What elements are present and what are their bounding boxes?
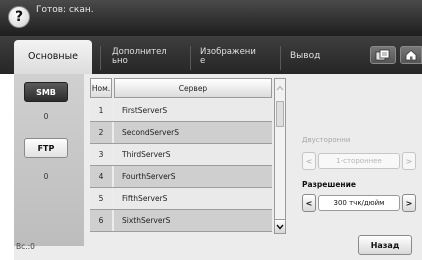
tab-image[interactable]: Изображени е: [196, 40, 276, 74]
resolution-next-button[interactable]: >: [402, 194, 416, 212]
home-button[interactable]: [400, 46, 422, 64]
tab-advanced-label-line2: ьно: [112, 56, 128, 66]
scroll-down-button[interactable]: [275, 219, 285, 233]
duplex-label: Двусторонни: [302, 136, 351, 144]
duplex-prev-button[interactable]: <: [302, 152, 316, 170]
smb-button[interactable]: SMB: [24, 82, 68, 102]
status-bar: ? Готов: скан.: [0, 0, 422, 36]
row-number: 4: [90, 166, 112, 187]
row-number: 5: [90, 188, 112, 209]
settings-panel: Двусторонни < 1-стороннее > Разрешение <…: [296, 74, 422, 260]
table-body: 1 FirstServerS 2 SecondServerS 3 ThirdSe…: [90, 100, 272, 232]
resolution-value: 300 тчк/дюйм: [318, 195, 400, 211]
ftp-count: 0: [43, 172, 49, 181]
table-row[interactable]: 2 SecondServerS: [90, 122, 272, 144]
main-panel: SMB 0 FTP 0 Ном. Сервер 1 FirstServerS 2: [14, 74, 422, 260]
chevron-left-icon: <: [305, 156, 313, 166]
tab-basic[interactable]: Основные: [14, 40, 92, 74]
row-number: 6: [90, 210, 112, 231]
duplex-next-button[interactable]: >: [402, 152, 416, 170]
duplex-value: 1-стороннее: [318, 153, 400, 169]
ftp-label: FTP: [37, 143, 55, 153]
row-server-name: FourthServerS: [114, 166, 272, 187]
row-number: 1: [90, 100, 112, 121]
back-button[interactable]: Назад: [358, 235, 412, 255]
chevron-right-icon: >: [405, 156, 413, 166]
job-status-button[interactable]: [370, 46, 396, 64]
table-row[interactable]: 5 FifthServerS: [90, 188, 272, 210]
row-server-name: FirstServerS: [114, 100, 272, 121]
chevron-down-icon: [276, 224, 284, 230]
row-server-name: FifthServerS: [114, 188, 272, 209]
tab-image-label-line2: е: [200, 56, 206, 66]
scan-to-server-screen: ? Готов: скан. Основные Дополнител ьно И…: [0, 0, 422, 260]
tab-divider: [280, 46, 281, 70]
table-row[interactable]: 4 FourthServerS: [90, 166, 272, 188]
chevron-left-icon: <: [305, 198, 313, 208]
chevron-up-icon: [276, 85, 284, 91]
tab-output-label: Вывод: [290, 51, 321, 62]
help-button[interactable]: ?: [8, 6, 30, 28]
smb-label: SMB: [36, 87, 56, 97]
smb-count: 0: [43, 112, 49, 121]
status-text: Готов: скан.: [36, 5, 94, 15]
column-header-server[interactable]: Сервер: [114, 78, 272, 98]
tab-bar: Основные Дополнител ьно Изображени е Выв…: [0, 36, 422, 74]
tab-image-label-line1: Изображени: [200, 47, 256, 58]
scroll-thumb[interactable]: [276, 101, 284, 127]
row-number: 3: [90, 144, 112, 165]
duplex-spinner: < 1-стороннее >: [302, 152, 416, 170]
tab-basic-label: Основные: [28, 51, 78, 63]
protocol-sidebar: SMB 0 FTP 0: [14, 74, 84, 246]
row-server-name: SecondServerS: [114, 122, 272, 143]
help-icon: ?: [14, 9, 24, 25]
tab-divider: [100, 46, 101, 70]
tab-output[interactable]: Вывод: [286, 40, 346, 74]
total-count: Вс.:0: [16, 242, 35, 251]
row-server-name: SixthServerS: [114, 210, 272, 231]
row-number: 2: [90, 122, 112, 143]
chevron-right-icon: >: [405, 198, 413, 208]
table-header: Ном. Сервер: [90, 78, 272, 98]
row-server-name: ThirdServerS: [114, 144, 272, 165]
column-header-number[interactable]: Ном.: [90, 78, 112, 98]
document-icon: [375, 49, 390, 61]
table-row[interactable]: 1 FirstServerS: [90, 100, 272, 122]
tab-divider: [190, 46, 191, 70]
resolution-label: Разрешение: [302, 180, 356, 189]
table-row[interactable]: 3 ThirdServerS: [90, 144, 272, 166]
tab-advanced[interactable]: Дополнител ьно: [108, 40, 188, 74]
resolution-spinner: < 300 тчк/дюйм >: [302, 194, 416, 212]
table-row[interactable]: 6 SixthServerS: [90, 210, 272, 232]
server-table: Ном. Сервер 1 FirstServerS 2 SecondServe…: [90, 78, 286, 234]
ftp-button[interactable]: FTP: [24, 138, 68, 158]
resolution-prev-button[interactable]: <: [302, 194, 316, 212]
scroll-up-button[interactable]: [275, 79, 285, 97]
table-scrollbar[interactable]: [274, 78, 286, 234]
home-icon: [405, 49, 417, 61]
